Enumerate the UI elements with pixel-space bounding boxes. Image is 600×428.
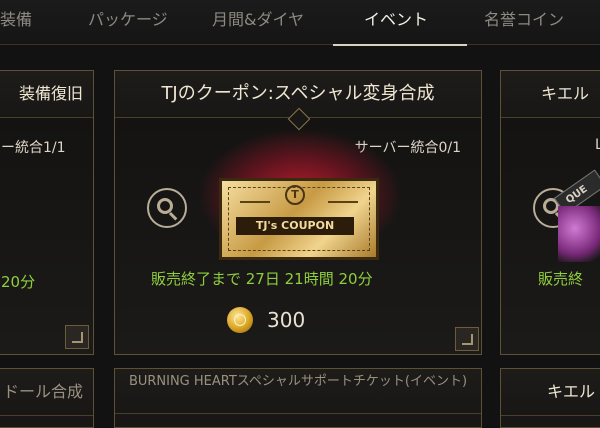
price-value: 300 — [267, 308, 306, 332]
tab-bar: 装備 パッケージ 月間&ダイヤ イベント 名誉コイン — [0, 0, 600, 46]
card-title: ドール合成 — [0, 369, 93, 416]
tab-package[interactable]: パッケージ — [88, 0, 168, 44]
coupon-image: T TJ's COUPON — [219, 178, 379, 260]
server-merge-status: L — [595, 137, 600, 153]
magnifier-icon[interactable] — [147, 188, 187, 228]
corner-expand-icon[interactable] — [65, 325, 89, 349]
product-card-right-bottom[interactable]: キエル — [500, 368, 600, 428]
product-card-left[interactable]: 装備復旧 ー統合1/1 20分 — [0, 70, 94, 355]
tab-equipment[interactable]: 装備 — [0, 0, 32, 44]
card-title: キエル — [501, 71, 600, 118]
card-title: BURNING HEARTスペシャルサポートチケット(イベント) — [115, 369, 481, 414]
corner-expand-icon[interactable] — [455, 327, 479, 351]
gold-coin-icon — [227, 307, 253, 333]
server-merge-status: ー統合1/1 — [1, 140, 66, 156]
coupon-label: TJ's COUPON — [236, 217, 354, 235]
active-tab-indicator — [333, 44, 467, 46]
tab-monthly-diamond[interactable]: 月間&ダイヤ — [212, 0, 304, 44]
tab-event[interactable]: イベント — [364, 0, 428, 44]
item-image — [558, 206, 600, 262]
product-card-burning-heart[interactable]: BURNING HEARTスペシャルサポートチケット(イベント) — [114, 368, 482, 428]
card-title: キエル — [501, 369, 600, 416]
coupon-emblem: T — [285, 185, 305, 205]
card-title: 装備復旧 — [0, 71, 93, 118]
sale-countdown: 販売終了まで 27日 21時間 20分 — [151, 270, 373, 288]
product-card-left-bottom[interactable]: ドール合成 — [0, 368, 94, 428]
sale-countdown: 販売終 — [538, 270, 584, 288]
tab-honor-coin[interactable]: 名誉コイン — [484, 0, 564, 44]
sale-countdown: 20分 — [1, 273, 36, 291]
